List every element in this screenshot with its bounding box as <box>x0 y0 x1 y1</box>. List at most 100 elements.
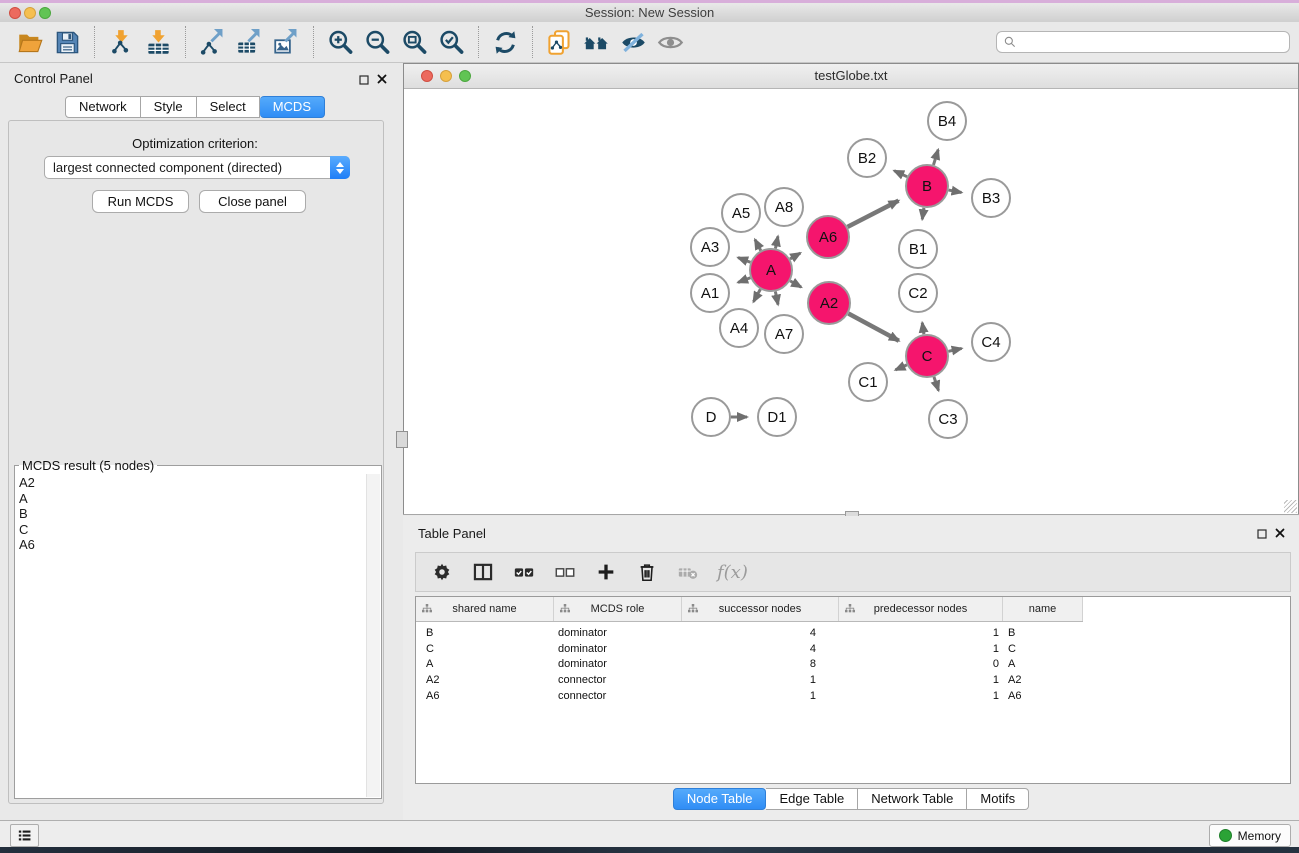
float-table-panel-icon[interactable] <box>1256 527 1268 539</box>
memory-button[interactable]: Memory <box>1209 824 1291 847</box>
search-box[interactable] <box>996 31 1290 53</box>
graph-edge-A-A1[interactable] <box>738 278 750 283</box>
table-cell[interactable]: dominator <box>554 627 682 639</box>
tab-network[interactable]: Network <box>65 96 141 118</box>
task-history-button[interactable] <box>10 824 39 847</box>
table-cell[interactable]: 1 <box>839 690 1003 702</box>
close-panel-icon[interactable] <box>376 72 388 84</box>
graph-edge-A-A8[interactable] <box>775 236 777 248</box>
hide-details-icon[interactable] <box>615 25 652 59</box>
table-row[interactable]: A6connector11A6 <box>416 688 1290 704</box>
table-cell[interactable]: 1 <box>839 627 1003 639</box>
table-cell[interactable]: C <box>416 643 554 655</box>
graph-edge-A-A4[interactable] <box>753 289 760 301</box>
network-canvas[interactable]: AA1A2A3A4A5A6A7A8BB1B2B3B4CC1C2C3C4DD1 <box>404 89 1296 513</box>
add-column-icon[interactable] <box>594 560 618 584</box>
select-all-icon[interactable] <box>512 560 536 584</box>
graph-edge-A-A3[interactable] <box>738 258 750 263</box>
mcds-result-item[interactable]: C <box>19 522 381 538</box>
mcds-result-item[interactable]: A6 <box>19 537 381 553</box>
open-session-icon[interactable] <box>12 25 49 59</box>
import-network-icon[interactable] <box>103 25 140 59</box>
network-close-button[interactable] <box>421 70 433 82</box>
export-network-icon[interactable] <box>194 25 231 59</box>
float-panel-icon[interactable] <box>358 73 370 85</box>
tab-mcds[interactable]: MCDS <box>260 96 325 118</box>
graph-edge-A2-C[interactable] <box>848 313 899 340</box>
deselect-all-icon[interactable] <box>553 560 577 584</box>
tab-style[interactable]: Style <box>141 96 197 118</box>
delete-column-icon[interactable] <box>635 560 659 584</box>
mcds-result-item[interactable]: A2 <box>19 475 381 491</box>
mcds-result-item[interactable]: B <box>19 506 381 522</box>
graph-edge-A-A6[interactable] <box>790 253 800 259</box>
refresh-view-icon[interactable] <box>487 25 524 59</box>
graph-edge-C-C2[interactable] <box>922 323 924 335</box>
graph-edge-B-B2[interactable] <box>894 171 907 177</box>
export-table-icon[interactable] <box>231 25 268 59</box>
splitter-grip[interactable] <box>396 431 408 448</box>
table-cell[interactable]: A2 <box>416 674 554 686</box>
network-minimize-button[interactable] <box>440 70 452 82</box>
table-cell[interactable]: 4 <box>682 643 839 655</box>
table-cell[interactable]: dominator <box>554 658 682 670</box>
zoom-in-icon[interactable] <box>322 25 359 59</box>
tab-network-table[interactable]: Network Table <box>858 788 967 810</box>
close-panel-button[interactable]: Close panel <box>199 190 306 213</box>
table-cell[interactable]: connector <box>554 690 682 702</box>
table-settings-icon[interactable] <box>430 560 454 584</box>
table-cell[interactable]: B <box>416 627 554 639</box>
table-cell[interactable]: connector <box>554 674 682 686</box>
graph-edge-A6-B[interactable] <box>848 201 899 227</box>
graph-edge-C-C3[interactable] <box>934 377 939 391</box>
table-cell[interactable]: A6 <box>416 690 554 702</box>
column-header-shared-name[interactable]: shared name <box>416 597 554 621</box>
table-cell[interactable]: A <box>1003 658 1083 670</box>
zoom-out-icon[interactable] <box>359 25 396 59</box>
table-cell[interactable]: A <box>416 658 554 670</box>
column-header-predecessor-nodes[interactable]: predecessor nodes <box>839 597 1003 621</box>
graph-edge-C-C4[interactable] <box>948 348 961 351</box>
column-header-successor-nodes[interactable]: successor nodes <box>682 597 839 621</box>
table-cell[interactable]: C <box>1003 643 1083 655</box>
graph-edge-B-B4[interactable] <box>933 150 938 165</box>
clone-network-icon[interactable] <box>541 25 578 59</box>
table-cell[interactable]: 8 <box>682 658 839 670</box>
table-cell[interactable]: 0 <box>839 658 1003 670</box>
graph-edge-B-B1[interactable] <box>922 208 924 220</box>
table-cell[interactable]: 1 <box>839 643 1003 655</box>
tab-motifs[interactable]: Motifs <box>967 788 1029 810</box>
table-cell[interactable]: B <box>1003 627 1083 639</box>
table-row[interactable]: Adominator80A <box>416 656 1290 672</box>
table-cell[interactable]: dominator <box>554 643 682 655</box>
graph-edge-C-C1[interactable] <box>895 365 906 370</box>
run-mcds-button[interactable]: Run MCDS <box>92 190 189 213</box>
mcds-result-item[interactable]: A <box>19 491 381 507</box>
criterion-dropdown[interactable]: largest connected component (directed) <box>44 156 350 179</box>
close-table-panel-icon[interactable] <box>1274 526 1286 538</box>
column-header-mcds-role[interactable]: MCDS role <box>554 597 682 621</box>
table-cell[interactable]: 4 <box>682 627 839 639</box>
table-cell[interactable]: A2 <box>1003 674 1083 686</box>
search-input[interactable] <box>1021 32 1289 52</box>
network-overview-icon[interactable] <box>578 25 615 59</box>
table-row[interactable]: Cdominator41C <box>416 641 1290 657</box>
tab-select[interactable]: Select <box>197 96 260 118</box>
table-cell[interactable]: 1 <box>839 674 1003 686</box>
zoom-fit-icon[interactable] <box>396 25 433 59</box>
table-cell[interactable]: 1 <box>682 690 839 702</box>
result-scrollbar[interactable] <box>366 474 380 797</box>
window-resize-grip[interactable] <box>1284 500 1297 513</box>
column-layout-icon[interactable] <box>471 560 495 584</box>
graph-edge-A-A7[interactable] <box>775 292 778 305</box>
column-header-name[interactable]: name <box>1003 597 1083 621</box>
tab-edge-table[interactable]: Edge Table <box>766 788 858 810</box>
tab-node-table[interactable]: Node Table <box>673 788 767 810</box>
table-row[interactable]: A2connector11A2 <box>416 672 1290 688</box>
graph-edge-A-A2[interactable] <box>790 281 801 287</box>
table-cell[interactable]: A6 <box>1003 690 1083 702</box>
save-session-icon[interactable] <box>49 25 86 59</box>
graph-edge-A-A5[interactable] <box>755 240 761 251</box>
zoom-selected-icon[interactable] <box>433 25 470 59</box>
table-cell[interactable]: 1 <box>682 674 839 686</box>
